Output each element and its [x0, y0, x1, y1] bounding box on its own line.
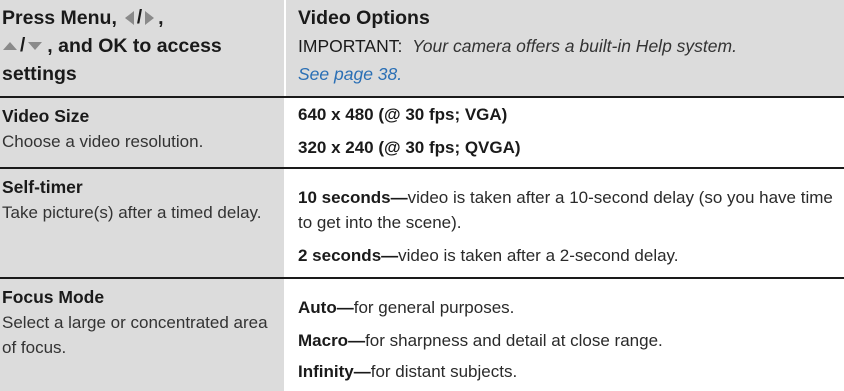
option-item: Macro—for sharpness and detail at close … — [298, 331, 663, 350]
option-item: Infinity—for distant subjects. — [298, 362, 518, 381]
setting-name: Focus Mode — [2, 287, 105, 307]
setting-focus-mode: Focus Mode Select a large or concentrate… — [0, 279, 284, 391]
options-video-size: 640 x 480 (@ 30 fps; VGA) 320 x 240 (@ 3… — [286, 98, 844, 167]
video-options-table: Press Menu, / , / , and OK to access set… — [0, 0, 844, 391]
option-item: 2 seconds—video is taken after a 2-secon… — [298, 246, 679, 265]
option-item: Auto—for general purposes. — [298, 298, 515, 317]
page-title: Video Options — [298, 7, 430, 29]
options-focus-mode: Auto—for general purposes. Macro—for sha… — [286, 279, 844, 391]
setting-video-size: Video Size Choose a video resolution. — [0, 98, 284, 167]
option-item: 640 x 480 (@ 30 fps; VGA) — [298, 105, 508, 124]
left-arrow-icon — [124, 11, 134, 25]
important-text: Your camera offers a built-in Help syste… — [412, 36, 737, 56]
setting-desc: Take picture(s) after a timed delay. — [2, 203, 262, 222]
setting-desc: Select a large or concentrated area of f… — [2, 313, 268, 357]
right-arrow-icon — [145, 11, 155, 25]
left-right-arrow-icons: / — [123, 4, 156, 32]
setting-name: Video Size — [2, 106, 90, 126]
header-title-cell: Video Options IMPORTANT: Your camera off… — [286, 0, 844, 96]
up-down-arrow-icons: / — [2, 32, 43, 60]
important-note: IMPORTANT: Your camera offers a built-in… — [298, 32, 844, 60]
important-label: IMPORTANT: — [298, 36, 403, 56]
down-arrow-icon — [28, 42, 43, 50]
help-page-link[interactable]: See page 38. — [298, 60, 844, 88]
setting-self-timer: Self-timer Take picture(s) after a timed… — [0, 169, 284, 277]
header-instructions: Press Menu, / , / , and OK to access set… — [0, 0, 284, 96]
header-line-1: Press Menu, / , — [2, 4, 284, 32]
option-item: 10 seconds—video is taken after a 10-sec… — [298, 188, 833, 232]
header-line-2: / , and OK to access — [2, 32, 284, 60]
setting-name: Self-timer — [2, 177, 83, 197]
option-item: 320 x 240 (@ 30 fps; QVGA) — [298, 138, 521, 157]
header-line-3: settings — [2, 63, 77, 85]
setting-desc: Choose a video resolution. — [2, 132, 204, 151]
up-arrow-icon — [3, 42, 17, 50]
options-self-timer: 10 seconds—video is taken after a 10-sec… — [286, 169, 844, 277]
